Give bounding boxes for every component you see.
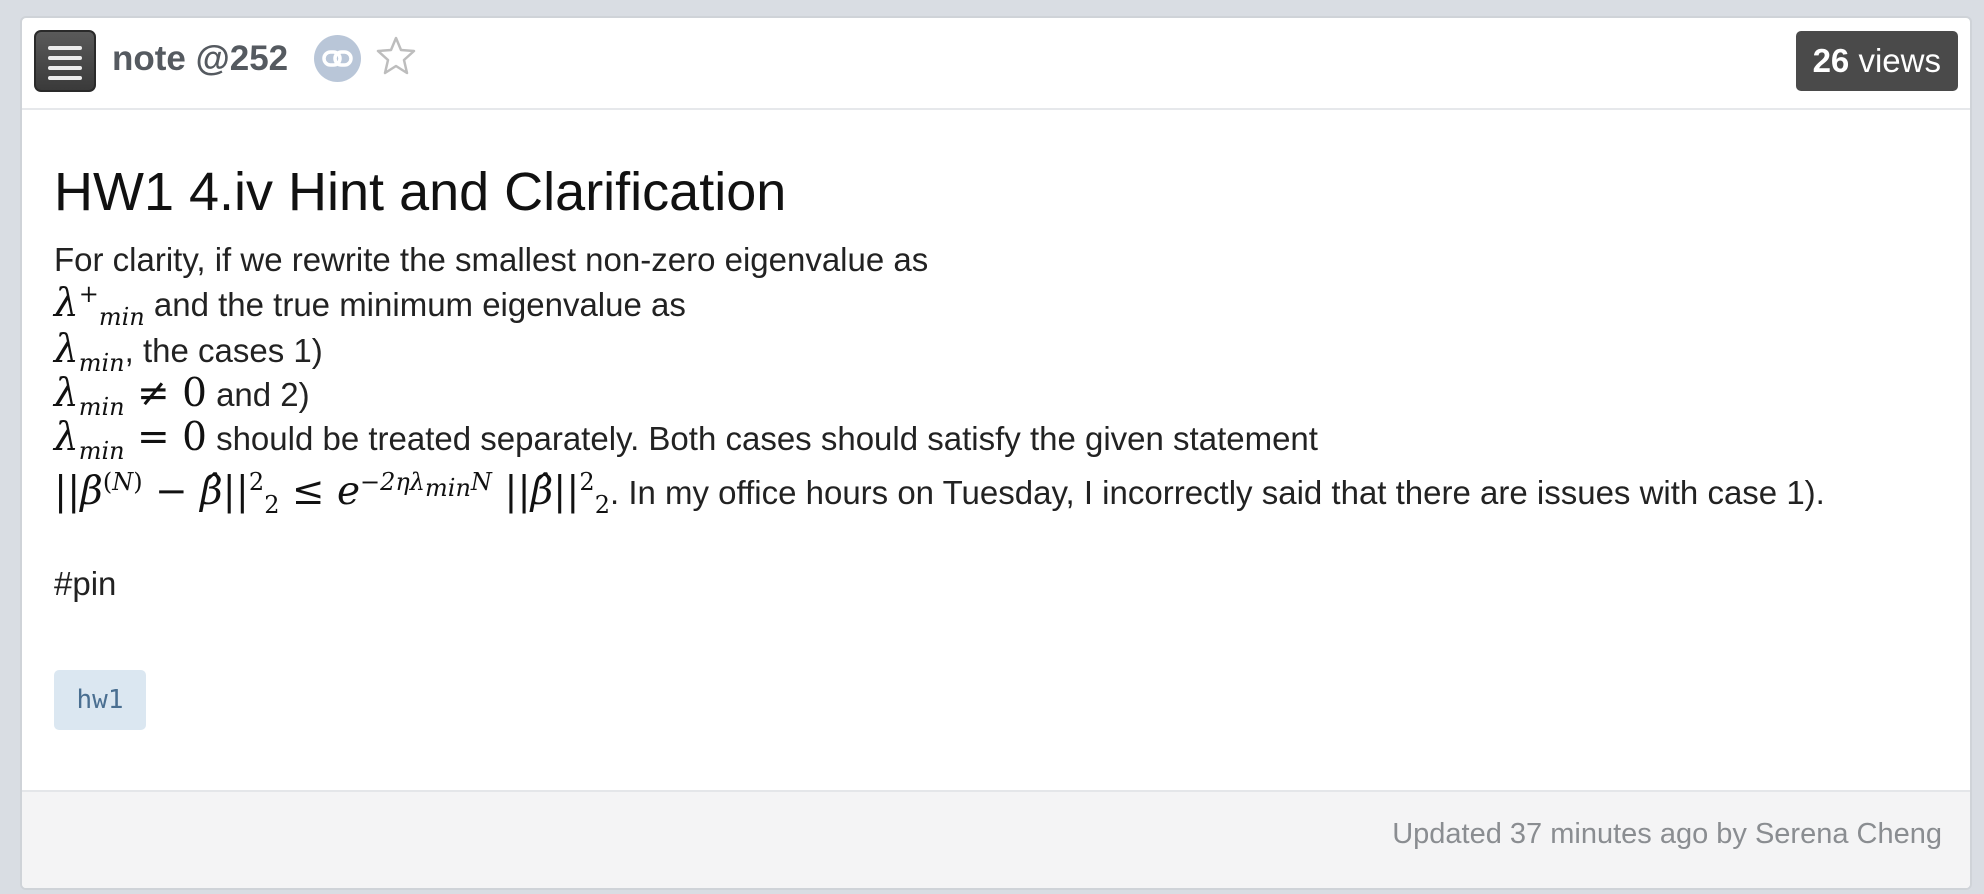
body-line-2-text: and the true minimum eigenvalue as	[153, 286, 686, 323]
menu-icon	[48, 46, 82, 50]
body-line-3-text: , the cases 1)	[124, 332, 323, 369]
math-lambda-min-neq-zero: λmin ≠ 0	[54, 371, 207, 421]
body-line-4: λmin ≠ 0 and 2)	[54, 371, 310, 421]
note-footer: Updated 37 minutes ago by Serena Cheng	[22, 790, 1970, 888]
tag-hw1[interactable]: hw1	[54, 670, 146, 730]
note-header: note @252 26 views	[22, 18, 1970, 110]
math-lambda-min: λmin	[54, 327, 125, 377]
link-button[interactable]	[314, 35, 361, 82]
star-icon	[376, 36, 416, 75]
math-lambda-min-plus: λ+min	[54, 280, 145, 331]
math-lambda-min-eq-zero: λmin = 0	[54, 415, 207, 465]
note-card: note @252 26 views HW1 4.iv Hint and Cla…	[20, 16, 1972, 890]
link-icon	[322, 50, 353, 67]
star-button[interactable]	[374, 34, 418, 78]
pin-hashtag: #pin	[54, 565, 117, 602]
body-line-3: λmin, the cases 1)	[54, 327, 323, 377]
views-label: views	[1858, 42, 1941, 79]
body-line-2: λ+min and the true minimum eigenvalue as	[54, 280, 686, 331]
body-line-5-text: should be treated separately. Both cases…	[216, 420, 1318, 457]
post-title: HW1 4.iv Hint and Clarification	[54, 162, 787, 222]
body-line-6: ||β(N) − β̂||22 ≤ e−2ηλminN ||β̂||22. In…	[54, 468, 1825, 519]
updated-by-text: Updated 37 minutes ago by Serena Cheng	[1392, 818, 1942, 850]
views-badge: 26 views	[1795, 31, 1958, 91]
body-line-4-text: and 2)	[216, 376, 310, 413]
menu-button[interactable]	[34, 30, 96, 92]
math-convergence-bound: ||β(N) − β̂||22 ≤ e−2ηλminN ||β̂||22	[54, 468, 610, 519]
body-line-5: λmin = 0 should be treated separately. B…	[54, 415, 1318, 465]
body-line-1: For clarity, if we rewrite the smallest …	[54, 241, 929, 278]
body-line-6-text: . In my office hours on Tuesday, I incor…	[609, 474, 1825, 511]
note-number: note @252	[112, 39, 289, 78]
views-count: 26	[1812, 42, 1850, 79]
